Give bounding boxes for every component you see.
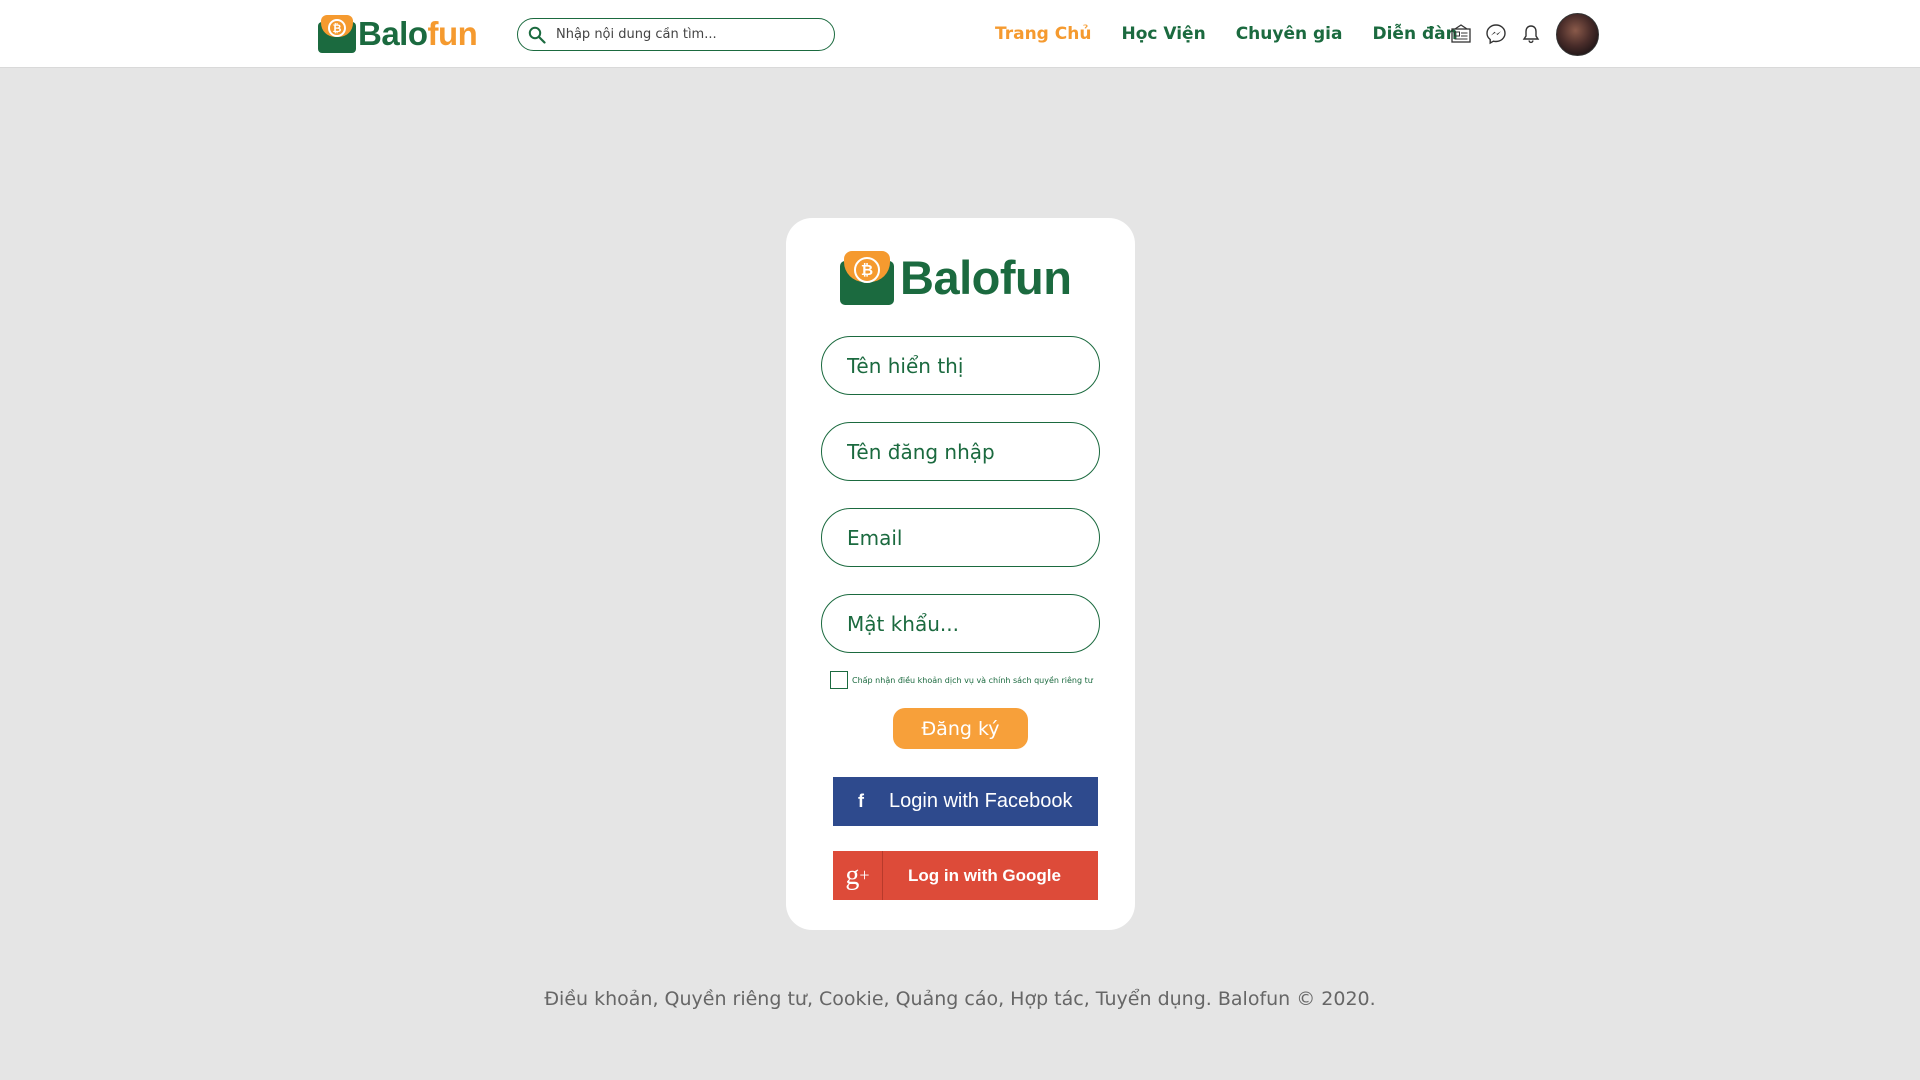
facebook-login-label: Login with Facebook: [889, 790, 1073, 812]
password-input[interactable]: [845, 610, 1085, 637]
logo-text-balo: Balo: [358, 15, 428, 52]
messenger-icon[interactable]: [1485, 23, 1507, 45]
header-logo-text: Balofun: [358, 15, 478, 53]
display-name-field[interactable]: [821, 336, 1100, 395]
nav-chuyen-gia[interactable]: Chuyên gia: [1236, 24, 1343, 44]
search-box[interactable]: [517, 18, 835, 51]
card-logo: ₿ Balofun: [840, 250, 1072, 305]
nav-trang-chu[interactable]: Trang Chủ: [995, 24, 1091, 44]
password-field[interactable]: [821, 594, 1100, 653]
backpack-bitcoin-logo-icon: ₿: [840, 250, 894, 305]
user-avatar[interactable]: [1556, 13, 1599, 56]
username-input[interactable]: [845, 438, 1085, 465]
nav-hoc-vien[interactable]: Học Viện: [1121, 24, 1205, 44]
search-icon[interactable]: [528, 26, 546, 44]
email-input[interactable]: [845, 524, 1085, 551]
terms-row: Chấp nhận điều khoản dịch vụ và chính sá…: [830, 671, 1093, 689]
google-login-label: Log in with Google: [908, 865, 1061, 885]
google-login-button[interactable]: g + Log in with Google: [833, 851, 1098, 900]
newspaper-icon[interactable]: [1450, 23, 1472, 45]
terms-checkbox[interactable]: [830, 671, 848, 689]
header-icons: [1450, 0, 1555, 68]
email-field[interactable]: [821, 508, 1100, 567]
header-logo[interactable]: ₿ Balofun: [318, 15, 478, 53]
register-button[interactable]: Đăng ký: [893, 708, 1028, 749]
backpack-bitcoin-logo-icon: ₿: [318, 15, 356, 53]
google-plus-icon: g +: [833, 851, 883, 900]
facebook-login-button[interactable]: f Login with Facebook: [833, 777, 1098, 826]
footer-links[interactable]: Điều khoản, Quyền riêng tư, Cookie, Quản…: [0, 988, 1920, 1010]
bell-icon[interactable]: [1520, 23, 1542, 45]
card-logo-text: Balofun: [900, 251, 1072, 304]
terms-label: Chấp nhận điều khoản dịch vụ và chính sá…: [852, 675, 1093, 685]
register-card: ₿ Balofun Chấp nhận điều khoản dịch vụ v…: [786, 218, 1135, 930]
top-navbar: ₿ Balofun Trang Chủ Học Viện Chuyên gia …: [0, 0, 1920, 68]
facebook-icon: f: [858, 791, 864, 811]
search-input[interactable]: [554, 26, 814, 43]
nav-dien-dan[interactable]: Diễn đàn: [1372, 24, 1457, 44]
username-field[interactable]: [821, 422, 1100, 481]
main-nav: Trang Chủ Học Viện Chuyên gia Diễn đàn: [995, 0, 1488, 68]
logo-text-fun: fun: [427, 15, 478, 52]
display-name-input[interactable]: [845, 352, 1085, 379]
